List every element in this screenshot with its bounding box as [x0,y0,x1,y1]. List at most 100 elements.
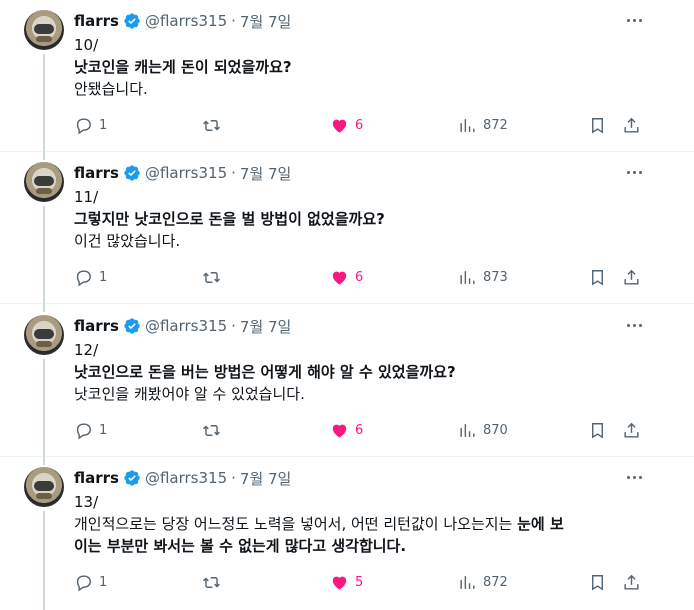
heart-icon [332,271,347,285]
reply-button[interactable]: 1 [74,113,107,137]
tweet[interactable]: flarrs @flarrs315 · 7월 7일 13/ 개인적으로는 당장 … [0,457,694,610]
retweet-button[interactable] [202,265,221,289]
author-name[interactable]: flarrs [74,469,119,487]
retweet-button[interactable] [202,418,221,442]
analytics-icon [460,423,475,437]
verified-badge-icon [123,164,141,182]
share-button[interactable] [622,265,641,289]
share-button[interactable] [622,113,641,137]
reply-icon [76,269,91,286]
thread-connector-line [43,206,45,312]
thread: flarrs @flarrs315 · 7월 7일 10/ 낫코인을 캐는게 돈… [0,0,694,610]
share-icon [624,269,639,285]
like-button[interactable]: 5 [330,570,363,594]
separator: · [231,164,236,182]
tweet-header: flarrs @flarrs315 · 7월 7일 [74,315,291,337]
bookmark-icon [592,574,603,591]
tweet-text: 10/ 낫코인을 캐는게 돈이 되었을까요? 안됐습니다. [74,34,634,100]
views-button[interactable]: 870 [458,418,508,442]
reply-icon [76,117,91,134]
tweet-text: 13/ 개인적으로는 당장 어느정도 노력을 넣어서, 어떤 리턴값이 나오는지… [74,491,634,557]
tweet-line: 이건 많았습니다. [74,232,181,250]
reply-count: 1 [99,117,108,133]
tweet-date[interactable]: 7월 7일 [240,468,291,489]
bookmark-icon [592,422,603,439]
retweet-icon [203,424,220,436]
tweet-line: 낫코인을 캐봤어야 알 수 있었습니다. [74,385,305,403]
more-options-icon[interactable] [622,164,646,180]
avatar[interactable] [24,467,64,507]
tweet-line: 낫코인으로 돈을 버는 방법은 어떻게 해야 알 수 있었을까요? [74,363,456,381]
tweet-date[interactable]: 7월 7일 [240,11,291,32]
tweet-actions: 1 6 873 [74,265,644,289]
tweet-actions: 1 6 870 [74,418,644,442]
tweet-actions: 1 5 872 [74,570,644,594]
more-options-icon[interactable] [622,12,646,28]
author-handle[interactable]: @flarrs315 [145,12,227,30]
avatar[interactable] [24,10,64,50]
reply-button[interactable]: 1 [74,570,107,594]
share-icon [624,574,639,590]
bookmark-button[interactable] [588,265,607,289]
thread-connector-line [43,511,45,610]
like-button[interactable]: 6 [330,265,363,289]
like-button[interactable]: 6 [330,113,363,137]
bookmark-button[interactable] [588,418,607,442]
tweet-header: flarrs @flarrs315 · 7월 7일 [74,10,291,32]
share-button[interactable] [622,570,641,594]
author-handle[interactable]: @flarrs315 [145,164,227,182]
tweet-date[interactable]: 7월 7일 [240,163,291,184]
thread-connector-line [43,359,45,465]
retweet-button[interactable] [202,113,221,137]
heart-icon [332,424,347,438]
bookmark-button[interactable] [588,113,607,137]
tweet[interactable]: flarrs @flarrs315 · 7월 7일 11/ 그렇지만 낫코인으로… [0,152,694,312]
separator: · [231,317,236,335]
analytics-icon [460,270,475,284]
thread-connector-line [43,54,45,160]
separator: · [231,12,236,30]
author-handle[interactable]: @flarrs315 [145,469,227,487]
separator: · [231,469,236,487]
tweet-text: 12/ 낫코인으로 돈을 버는 방법은 어떻게 해야 알 수 있었을까요? 낫코… [74,339,634,405]
verified-badge-icon [123,317,141,335]
more-options-icon[interactable] [622,469,646,485]
reply-button[interactable]: 1 [74,265,107,289]
author-name[interactable]: flarrs [74,12,119,30]
author-name[interactable]: flarrs [74,164,119,182]
tweet-line: 11/ [74,188,99,206]
retweet-icon [203,271,220,283]
bookmark-icon [592,269,603,286]
views-button[interactable]: 872 [458,570,508,594]
share-button[interactable] [622,418,641,442]
heart-icon [332,119,347,133]
avatar[interactable] [24,315,64,355]
tweet-date[interactable]: 7월 7일 [240,316,291,337]
author-handle[interactable]: @flarrs315 [145,317,227,335]
more-options-icon[interactable] [622,317,646,333]
like-button[interactable]: 6 [330,418,363,442]
tweet-header: flarrs @flarrs315 · 7월 7일 [74,162,291,184]
tweet-line: 개인적으로는 당장 어느정도 노력을 넣어서, 어떤 리턴값이 나오는지는 [74,515,518,533]
reply-count: 1 [99,269,108,285]
bookmark-icon [592,117,603,134]
bookmark-button[interactable] [588,570,607,594]
share-icon [624,422,639,438]
retweet-icon [203,576,220,588]
like-count: 6 [355,269,364,285]
views-button[interactable]: 872 [458,113,508,137]
verified-badge-icon [123,12,141,30]
tweet-line: 10/ [74,36,99,54]
avatar[interactable] [24,162,64,202]
views-button[interactable]: 873 [458,265,508,289]
reply-icon [76,422,91,439]
reply-count: 1 [99,422,108,438]
reply-button[interactable]: 1 [74,418,107,442]
tweet-line: 안됐습니다. [74,80,148,98]
tweet[interactable]: flarrs @flarrs315 · 7월 7일 12/ 낫코인으로 돈을 버… [0,305,694,465]
tweet-line: 그렇지만 낫코인으로 돈을 벌 방법이 없었을까요? [74,210,385,228]
tweet[interactable]: flarrs @flarrs315 · 7월 7일 10/ 낫코인을 캐는게 돈… [0,0,694,160]
tweet-line: 12/ [74,341,99,359]
retweet-button[interactable] [202,570,221,594]
author-name[interactable]: flarrs [74,317,119,335]
